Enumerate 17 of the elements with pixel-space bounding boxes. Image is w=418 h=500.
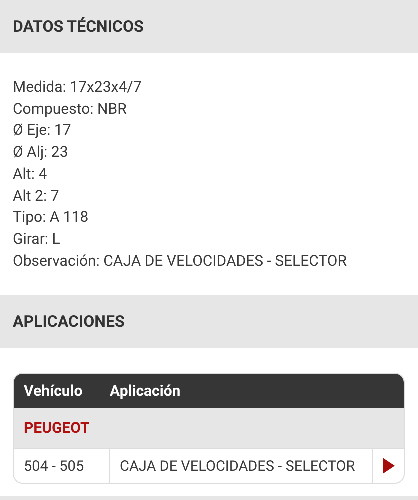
spec-line: Alt 2: 7 xyxy=(13,186,60,207)
play-arrow-icon xyxy=(382,458,394,474)
brand-name: PEUGEOT xyxy=(24,419,90,438)
table-cell: CAJA DE VELOCIDADES - SELECTOR xyxy=(110,449,373,484)
spec-line: Medida: 17x23x4/7 xyxy=(13,77,143,98)
spec-line: Compuesto: NBR xyxy=(13,98,128,120)
spec-line: Alt: 4 xyxy=(13,164,48,185)
section-title: APLICACIONES xyxy=(13,312,125,332)
spec-line: Ø Alj: 23 xyxy=(13,142,70,164)
spec-line: Observación: CAJA DE VELOCIDADES - SELECTOR xyxy=(13,250,348,272)
column-header: Aplicación xyxy=(110,382,181,400)
column-header: Vehículo xyxy=(23,382,84,400)
section-title: DATOS TÉCNICOS xyxy=(13,17,144,36)
spec-line: Tipo: A 118 xyxy=(13,207,90,228)
spec-line: Girar: L xyxy=(13,228,62,250)
table-cell: 504 - 505 xyxy=(14,449,110,484)
spec-line: Ø Eje: 17 xyxy=(13,120,72,142)
